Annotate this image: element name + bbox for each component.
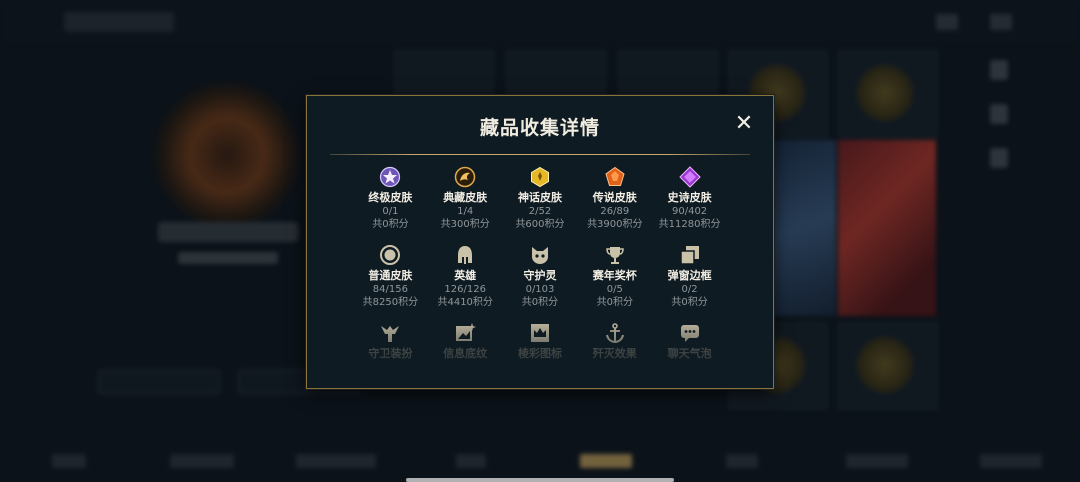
category-count: 90/402 — [671, 206, 708, 217]
dialog-title: 藏品收集详情 — [479, 117, 600, 139]
category-name: 史诗皮肤 — [667, 191, 712, 204]
category-points: 共600积分 — [515, 219, 565, 230]
bottom-tab[interactable] — [170, 454, 234, 468]
back-button[interactable] — [64, 12, 174, 32]
category-grid: 终极皮肤 0/1 共0积分 典藏皮肤 1/4 共300积分 神话皮肤 2/52 … — [353, 166, 727, 388]
profile-subtitle — [178, 252, 278, 264]
ultimate-gem-icon — [379, 166, 401, 188]
profile-name — [158, 222, 298, 242]
category-item[interactable]: 信息底纹 — [428, 322, 503, 388]
category-name: 歼灭效果 — [592, 347, 637, 360]
category-name: 典藏皮肤 — [443, 191, 488, 204]
category-name: 聊天气泡 — [667, 347, 712, 360]
legendary-gem-icon — [604, 166, 626, 188]
category-points: 共300积分 — [440, 219, 490, 230]
bottom-tab[interactable] — [296, 454, 376, 468]
collection-details-dialog: 藏品收集详情 ✕ 终极皮肤 0/1 共0积分 典藏皮肤 1/4 共300积分 神… — [306, 95, 774, 389]
category-name: 信息底纹 — [443, 347, 488, 360]
little-legend-icon — [529, 244, 551, 266]
bottom-tab[interactable] — [846, 454, 908, 468]
category-count: 126/126 — [444, 284, 486, 295]
category-points: 共0积分 — [372, 219, 409, 230]
category-item[interactable]: 歼灭效果 — [577, 322, 652, 388]
category-count: 0/5 — [606, 284, 623, 295]
category-item[interactable]: 传说皮肤 26/89 共3900积分 — [577, 166, 652, 238]
bottom-nav — [0, 440, 1080, 482]
category-name: 棱彩图标 — [517, 347, 562, 360]
mythic-gem-icon — [529, 166, 551, 188]
trophy-icon — [604, 244, 626, 266]
epic-gem-icon — [678, 166, 701, 188]
category-points: 共4410积分 — [437, 297, 493, 308]
category-item[interactable]: 守护灵 0/103 共0积分 — [503, 244, 578, 316]
currency-icon — [936, 14, 958, 30]
category-count: 0/103 — [525, 284, 555, 295]
bottom-tab[interactable] — [980, 454, 1042, 468]
category-item[interactable]: 典藏皮肤 1/4 共300积分 — [428, 166, 503, 238]
category-name: 终极皮肤 — [368, 191, 413, 204]
category-points: 共0积分 — [671, 297, 708, 308]
category-item[interactable]: 史诗皮肤 90/402 共11280积分 — [652, 166, 727, 238]
title-divider — [330, 154, 750, 155]
category-name: 英雄 — [454, 269, 477, 282]
standard-ring-icon — [379, 244, 401, 266]
category-count: 2/52 — [528, 206, 552, 217]
category-item[interactable]: 赛年奖杯 0/5 共0积分 — [577, 244, 652, 316]
category-item[interactable]: 弹窗边框 0/2 共0积分 — [652, 244, 727, 316]
side-filter-icon[interactable] — [990, 148, 1008, 168]
bottom-tab[interactable] — [52, 454, 86, 468]
category-count: 1/4 — [457, 206, 474, 217]
category-item[interactable]: 棱彩图标 — [503, 322, 578, 388]
home-indicator[interactable] — [406, 478, 674, 482]
bg-button-left[interactable] — [98, 370, 220, 394]
anchor-icon — [604, 322, 626, 344]
category-name: 赛年奖杯 — [592, 269, 637, 282]
side-filter-icon[interactable] — [990, 104, 1008, 124]
crown-icon — [529, 322, 551, 344]
category-points: 共0积分 — [596, 297, 633, 308]
category-points: 共3900积分 — [587, 219, 643, 230]
category-item[interactable]: 英雄 126/126 共4410积分 — [428, 244, 503, 316]
profile-emblem — [152, 80, 302, 230]
ward-icon — [379, 322, 401, 344]
bottom-tab[interactable] — [726, 454, 758, 468]
category-points: 共0积分 — [521, 297, 559, 308]
category-points: 共8250积分 — [362, 297, 419, 308]
category-name: 守卫装扮 — [368, 347, 413, 360]
banner-icon — [454, 322, 477, 344]
category-points: 共11280积分 — [658, 219, 721, 230]
prestige-emblem-icon — [454, 166, 476, 188]
category-item[interactable]: 神话皮肤 2/52 共600积分 — [503, 166, 578, 238]
category-name: 守护灵 — [523, 269, 557, 282]
exit-icon[interactable] — [990, 14, 1012, 30]
helmet-icon — [454, 244, 476, 266]
close-button[interactable]: ✕ — [733, 113, 755, 135]
skin-art — [838, 140, 936, 316]
category-item[interactable]: 聊天气泡 — [652, 322, 727, 388]
category-item[interactable]: 守卫装扮 — [353, 322, 428, 388]
coin-icon — [856, 336, 914, 394]
category-count: 26/89 — [600, 206, 630, 217]
category-item[interactable]: 终极皮肤 0/1 共0积分 — [353, 166, 428, 238]
category-count: 84/156 — [372, 284, 408, 295]
category-name: 传说皮肤 — [592, 191, 637, 204]
chat-bubble-icon — [679, 322, 701, 344]
category-name: 神话皮肤 — [517, 191, 562, 204]
category-name: 普通皮肤 — [368, 269, 413, 282]
category-count: 0/2 — [681, 284, 698, 295]
category-name: 弹窗边框 — [667, 269, 712, 282]
side-filter-icon[interactable] — [990, 60, 1008, 80]
bottom-tab-active[interactable] — [580, 454, 632, 468]
category-item[interactable]: 普通皮肤 84/156 共8250积分 — [353, 244, 428, 316]
frame-icon — [679, 244, 701, 266]
bottom-tab[interactable] — [456, 454, 486, 468]
coin-icon — [856, 64, 914, 122]
category-count: 0/1 — [382, 206, 399, 217]
